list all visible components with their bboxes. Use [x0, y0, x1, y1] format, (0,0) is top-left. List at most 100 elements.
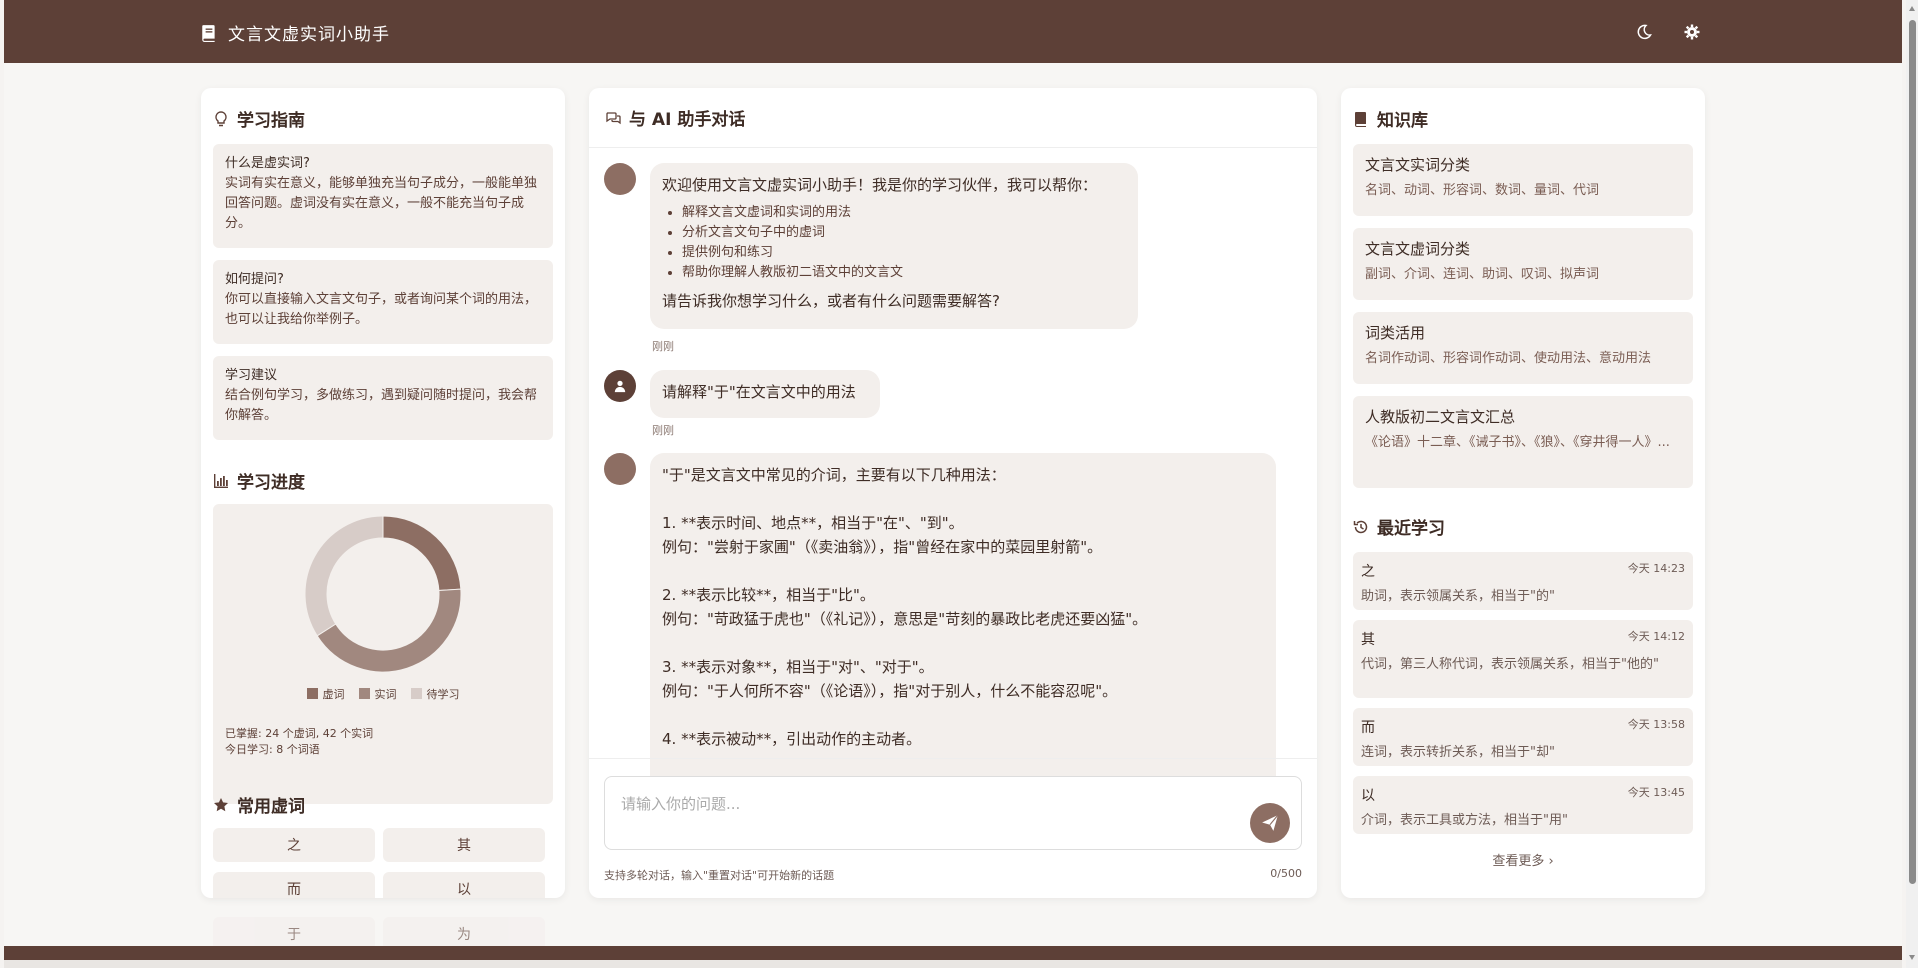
- chat-header: 与 AI 助手对话: [589, 88, 1317, 148]
- chat-bubbles-icon: [606, 111, 621, 124]
- book-icon: [202, 24, 215, 42]
- message-list[interactable]: 欢迎使用文言文虚实词小助手！我是你的学习伙伴，我可以帮你： 解释文言文虚词和实词…: [589, 148, 1317, 846]
- knowledge-card[interactable]: 词类活用 名词作动词、形容词作动词、使动用法、意动用法: [1353, 312, 1693, 384]
- reply-line: [662, 633, 1264, 657]
- word-button-yi[interactable]: 以: [383, 872, 545, 898]
- reply-line: "于"是文言文中常见的介词，主要有以下几种用法：: [662, 466, 1006, 484]
- guide-title: 学习指南: [213, 106, 305, 131]
- guide-card-heading: 学习建议: [225, 368, 278, 383]
- star-icon: [214, 797, 228, 811]
- welcome-bullet: 帮助你理解人教版初二语文中的文言文: [682, 263, 1126, 283]
- word-button-er[interactable]: 而: [213, 872, 375, 898]
- guide-card-ask: 如何提问? 你可以直接输入文言文句子，或者询问某个词的用法，也可以让我给你举例子…: [213, 260, 553, 344]
- reply-line: [662, 561, 1264, 585]
- knowledge-card-title: 文言文虚词分类: [1365, 240, 1471, 258]
- welcome-bullets: 解释文言文虚词和实词的用法 分析文言文句子中的虚词 提供例句和练习 帮助你理解人…: [682, 203, 1126, 283]
- scroll-down-arrow[interactable]: [1909, 955, 1915, 960]
- recent-item[interactable]: 其 今天 14:12 代词，第三人称代词，表示领属关系，相当于"他的": [1353, 620, 1693, 698]
- welcome-bullet: 提供例句和练习: [682, 243, 1126, 263]
- recent-meaning: 助词，表示领属关系，相当于"的": [1361, 589, 1555, 604]
- assistant-avatar: [604, 163, 636, 195]
- user-avatar: [604, 370, 636, 402]
- user-icon: [614, 380, 626, 393]
- reply-line: 3. **表示对象**，相当于"对"、"对于"。: [662, 658, 934, 676]
- knowledge-card-title: 文言文实词分类: [1365, 156, 1471, 174]
- chat-input-box: [604, 776, 1302, 850]
- progress-mastered: 已掌握: 24 个虚词, 42 个实词: [225, 727, 374, 740]
- gear-icon: [1684, 24, 1700, 40]
- guide-card-heading: 如何提问?: [225, 272, 284, 287]
- app-frame: 文言文虚实词小助手 学习指南 什么是虚实词? 实词有实在意义，能够单独充当句子成…: [4, 0, 1902, 968]
- char-counter: 0/500: [1270, 867, 1302, 880]
- recent-meaning: 介词，表示工具或方法，相当于"用": [1361, 813, 1568, 828]
- reply-line: 例句："苛政猛于虎也"（《礼记》），意思是"苛刻的暴政比老虎还要凶猛"。: [662, 610, 1148, 628]
- chat-panel: 与 AI 助手对话 欢迎使用文言文虚实词小助手！我是你的学习伙伴，我可以帮你： …: [589, 88, 1317, 898]
- recent-meaning: 连词，表示转折关系，相当于"却": [1361, 745, 1555, 760]
- guide-card-heading: 什么是虚实词?: [225, 156, 310, 171]
- knowledge-card-title: 词类活用: [1365, 324, 1426, 342]
- scrollbar-thumb[interactable]: [1909, 20, 1916, 884]
- recent-meaning: 代词，第三人称代词，表示领属关系，相当于"他的": [1361, 657, 1659, 672]
- settings-button[interactable]: [1682, 22, 1702, 42]
- reply-line: 4. **表示被动**，引出动作的主动者。: [662, 730, 922, 748]
- input-divider: [589, 758, 1317, 759]
- assistant-avatar: [604, 453, 636, 485]
- dark-mode-toggle[interactable]: [1634, 22, 1654, 42]
- recent-item[interactable]: 以 今天 13:45 介词，表示工具或方法，相当于"用": [1353, 776, 1693, 834]
- donut-slice-content-words: [316, 588, 462, 673]
- knowledge-card-title: 人教版初二文言文汇总: [1365, 408, 1516, 426]
- guide-card-text: 你可以直接输入文言文句子，或者询问某个词的用法，也可以让我给你举例子。: [225, 292, 538, 327]
- reply-line: 例句："尝射于家圃"（《卖油翁》），指"曾经在家中的菜园里射箭"。: [662, 538, 1103, 556]
- legend-swatch: [306, 688, 318, 699]
- welcome-bullet: 解释文言文虚词和实词的用法: [682, 203, 1126, 223]
- reply-line: [662, 489, 1264, 513]
- legend-item-function-words: 虚词: [306, 686, 345, 702]
- bar-chart-icon: [214, 473, 228, 488]
- welcome-message: 欢迎使用文言文虚实词小助手！我是你的学习伙伴，我可以帮你： 解释文言文虚词和实词…: [650, 163, 1138, 329]
- progress-today: 今日学习: 8 个词语: [225, 743, 320, 756]
- welcome-bullet: 分析文言文句子中的虚词: [682, 223, 1126, 243]
- recent-title: 最近学习: [1353, 514, 1445, 539]
- reply-line: 1. **表示时间、地点**，相当于"在"、"到"。: [662, 514, 964, 532]
- chat-input[interactable]: [621, 793, 1221, 833]
- recent-item[interactable]: 而 今天 13:58 连词，表示转折关系，相当于"却": [1353, 708, 1693, 766]
- donut-slice-function-words: [382, 515, 462, 592]
- progress-donut-chart: [304, 515, 462, 673]
- knowledge-card[interactable]: 文言文虚词分类 副词、介词、连词、助词、叹词、拟声词: [1353, 228, 1693, 300]
- app-brand: 文言文虚实词小助手: [200, 20, 390, 45]
- guide-card-text: 实词有实在意义，能够单独充当句子成分，一般能单独回答问题。虚词没有实在意义，一般…: [225, 176, 538, 231]
- send-button[interactable]: [1250, 803, 1290, 843]
- history-icon: [1353, 520, 1368, 533]
- legend-swatch: [358, 688, 370, 699]
- guide-card-what: 什么是虚实词? 实词有实在意义，能够单独充当句子成分，一般能单独回答问题。虚词没…: [213, 144, 553, 248]
- bottom-strip: [4, 960, 1902, 968]
- progress-box: 虚词 实词 待学习 已掌握: 24 个虚词, 42 个实词 今日学习: 8 个词…: [213, 504, 553, 804]
- recent-time: 今天 14:23: [1627, 562, 1685, 575]
- scroll-up-arrow[interactable]: [1909, 6, 1915, 11]
- message-timestamp: 刚刚: [652, 424, 674, 437]
- top-bar: 文言文虚实词小助手: [4, 0, 1902, 63]
- word-button-zhi[interactable]: 之: [213, 828, 375, 862]
- recent-time: 今天 13:45: [1627, 786, 1685, 799]
- common-words-title: 常用虚词: [213, 792, 305, 817]
- knowledge-card[interactable]: 文言文实词分类 名词、动词、形容词、数词、量词、代词: [1353, 144, 1693, 216]
- recent-time: 今天 13:58: [1627, 718, 1685, 731]
- guide-card-text: 结合例句学习，多做练习，遇到疑问随时提问，我会帮你解答。: [225, 388, 538, 423]
- reply-line: [662, 705, 1264, 729]
- view-more-link[interactable]: 查看更多 ›: [1353, 850, 1693, 869]
- guide-card-tips: 学习建议 结合例句学习，多做练习，遇到疑问随时提问，我会帮你解答。: [213, 356, 553, 440]
- knowledge-card[interactable]: 人教版初二文言文汇总 《论语》十二章、《诫子书》、《狼》、《穿井得一人》...: [1353, 396, 1693, 488]
- legend-item-content-words: 实词: [358, 686, 397, 702]
- left-panel: 学习指南 什么是虚实词? 实词有实在意义，能够单独充当句子成分，一般能单独回答问…: [201, 88, 565, 898]
- knowledge-card-desc: 副词、介词、连词、助词、叹词、拟声词: [1365, 267, 1600, 282]
- message-timestamp: 刚刚: [652, 340, 674, 353]
- word-button-qi[interactable]: 其: [383, 828, 545, 862]
- user-message: 请解释"于"在文言文中的用法: [650, 370, 880, 418]
- legend-swatch: [410, 688, 422, 699]
- progress-summary: 已掌握: 24 个虚词, 42 个实词 今日学习: 8 个词语: [225, 726, 373, 758]
- recent-item[interactable]: 之 今天 14:23 助词，表示领属关系，相当于"的": [1353, 552, 1693, 610]
- knowledge-card-desc: 名词作动词、形容词作动词、使动用法、意动用法: [1365, 351, 1652, 366]
- legend-item-pending: 待学习: [410, 686, 460, 702]
- chat-hint: 支持多轮对话，输入"重置对话"可开始新的话题: [604, 869, 835, 882]
- page-scrollbar[interactable]: [1906, 0, 1918, 968]
